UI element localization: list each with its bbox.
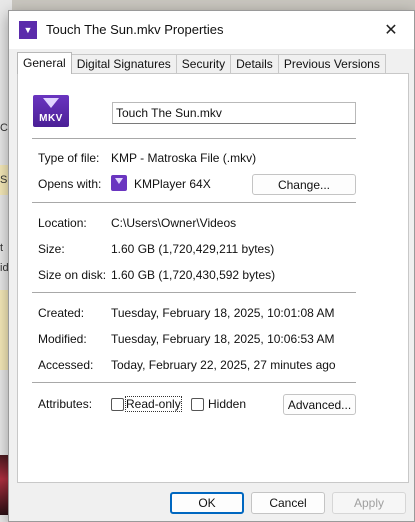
tab-security[interactable]: Security	[175, 54, 232, 74]
properties-dialog: ▼ Touch The Sun.mkv Properties ✕ General…	[8, 10, 415, 522]
size-on-disk-label: Size on disk:	[38, 268, 107, 282]
created-value: Tuesday, February 18, 2025, 10:01:08 AM	[111, 306, 335, 320]
kmplayer-icon	[111, 175, 127, 191]
mkv-file-icon: MKV	[33, 95, 69, 127]
location-value: C:\Users\Owner\Videos	[111, 216, 237, 230]
size-on-disk-value: 1.60 GB (1,720,430,592 bytes)	[111, 268, 276, 282]
separator	[32, 382, 356, 383]
separator	[32, 138, 356, 139]
opens-with-label: Opens with:	[38, 177, 102, 191]
modified-value: Tuesday, February 18, 2025, 10:06:53 AM	[111, 332, 335, 346]
size-label: Size:	[38, 242, 65, 256]
hidden-label[interactable]: Hidden	[208, 397, 246, 411]
accessed-label: Accessed:	[38, 358, 94, 372]
file-name-input[interactable]	[112, 102, 356, 124]
tab-digital-signatures[interactable]: Digital Signatures	[70, 54, 177, 74]
read-only-checkbox[interactable]	[111, 398, 124, 411]
tab-strip: General Digital Signatures Security Deta…	[17, 52, 386, 74]
location-label: Location:	[38, 216, 87, 230]
ok-button[interactable]: OK	[170, 492, 244, 514]
title-bar[interactable]: ▼ Touch The Sun.mkv Properties ✕	[9, 11, 414, 49]
separator	[32, 292, 356, 293]
tab-previous-versions[interactable]: Previous Versions	[277, 54, 386, 74]
attributes-label: Attributes:	[38, 397, 93, 411]
separator	[32, 202, 356, 203]
general-panel: MKV Type of file: KMP - Matroska File (.…	[17, 73, 409, 483]
type-of-file-label: Type of file:	[38, 151, 100, 165]
accessed-value: Today, February 22, 2025, 27 minutes ago	[111, 358, 336, 372]
advanced-button[interactable]: Advanced...	[283, 394, 356, 415]
file-icon-label: MKV	[39, 113, 63, 124]
hidden-checkbox[interactable]	[191, 398, 204, 411]
mkv-file-icon: ▼	[19, 21, 37, 39]
modified-label: Modified:	[38, 332, 87, 346]
close-button[interactable]: ✕	[374, 15, 408, 45]
window-title: Touch The Sun.mkv Properties	[46, 22, 224, 37]
read-only-label[interactable]: Read-only	[125, 396, 182, 412]
opens-with-value: KMPlayer 64X	[134, 177, 211, 191]
cancel-button[interactable]: Cancel	[251, 492, 325, 514]
tab-general[interactable]: General	[17, 52, 72, 74]
change-button[interactable]: Change...	[252, 174, 356, 195]
size-value: 1.60 GB (1,720,429,211 bytes)	[111, 242, 275, 256]
tab-details[interactable]: Details	[230, 54, 279, 74]
apply-button[interactable]: Apply	[332, 492, 406, 514]
type-of-file-value: KMP - Matroska File (.mkv)	[111, 151, 257, 165]
close-icon: ✕	[384, 22, 398, 39]
created-label: Created:	[38, 306, 85, 320]
